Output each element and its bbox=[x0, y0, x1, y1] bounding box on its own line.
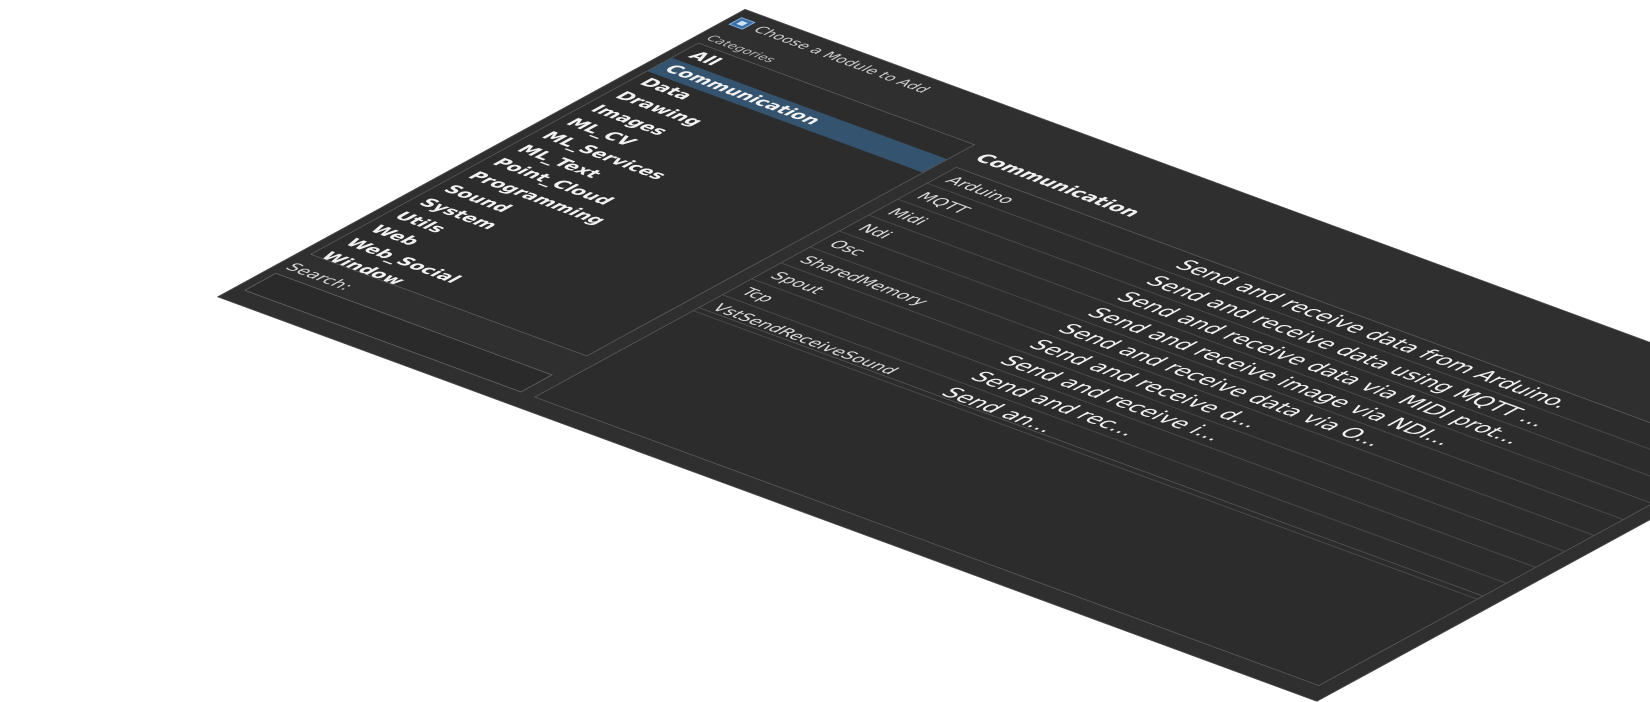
dialog-stage: Choose a Module to Add ? ✕ Categories Al… bbox=[216, 9, 1650, 702]
module-dialog: Choose a Module to Add ? ✕ Categories Al… bbox=[216, 9, 1650, 702]
app-icon bbox=[728, 17, 756, 30]
